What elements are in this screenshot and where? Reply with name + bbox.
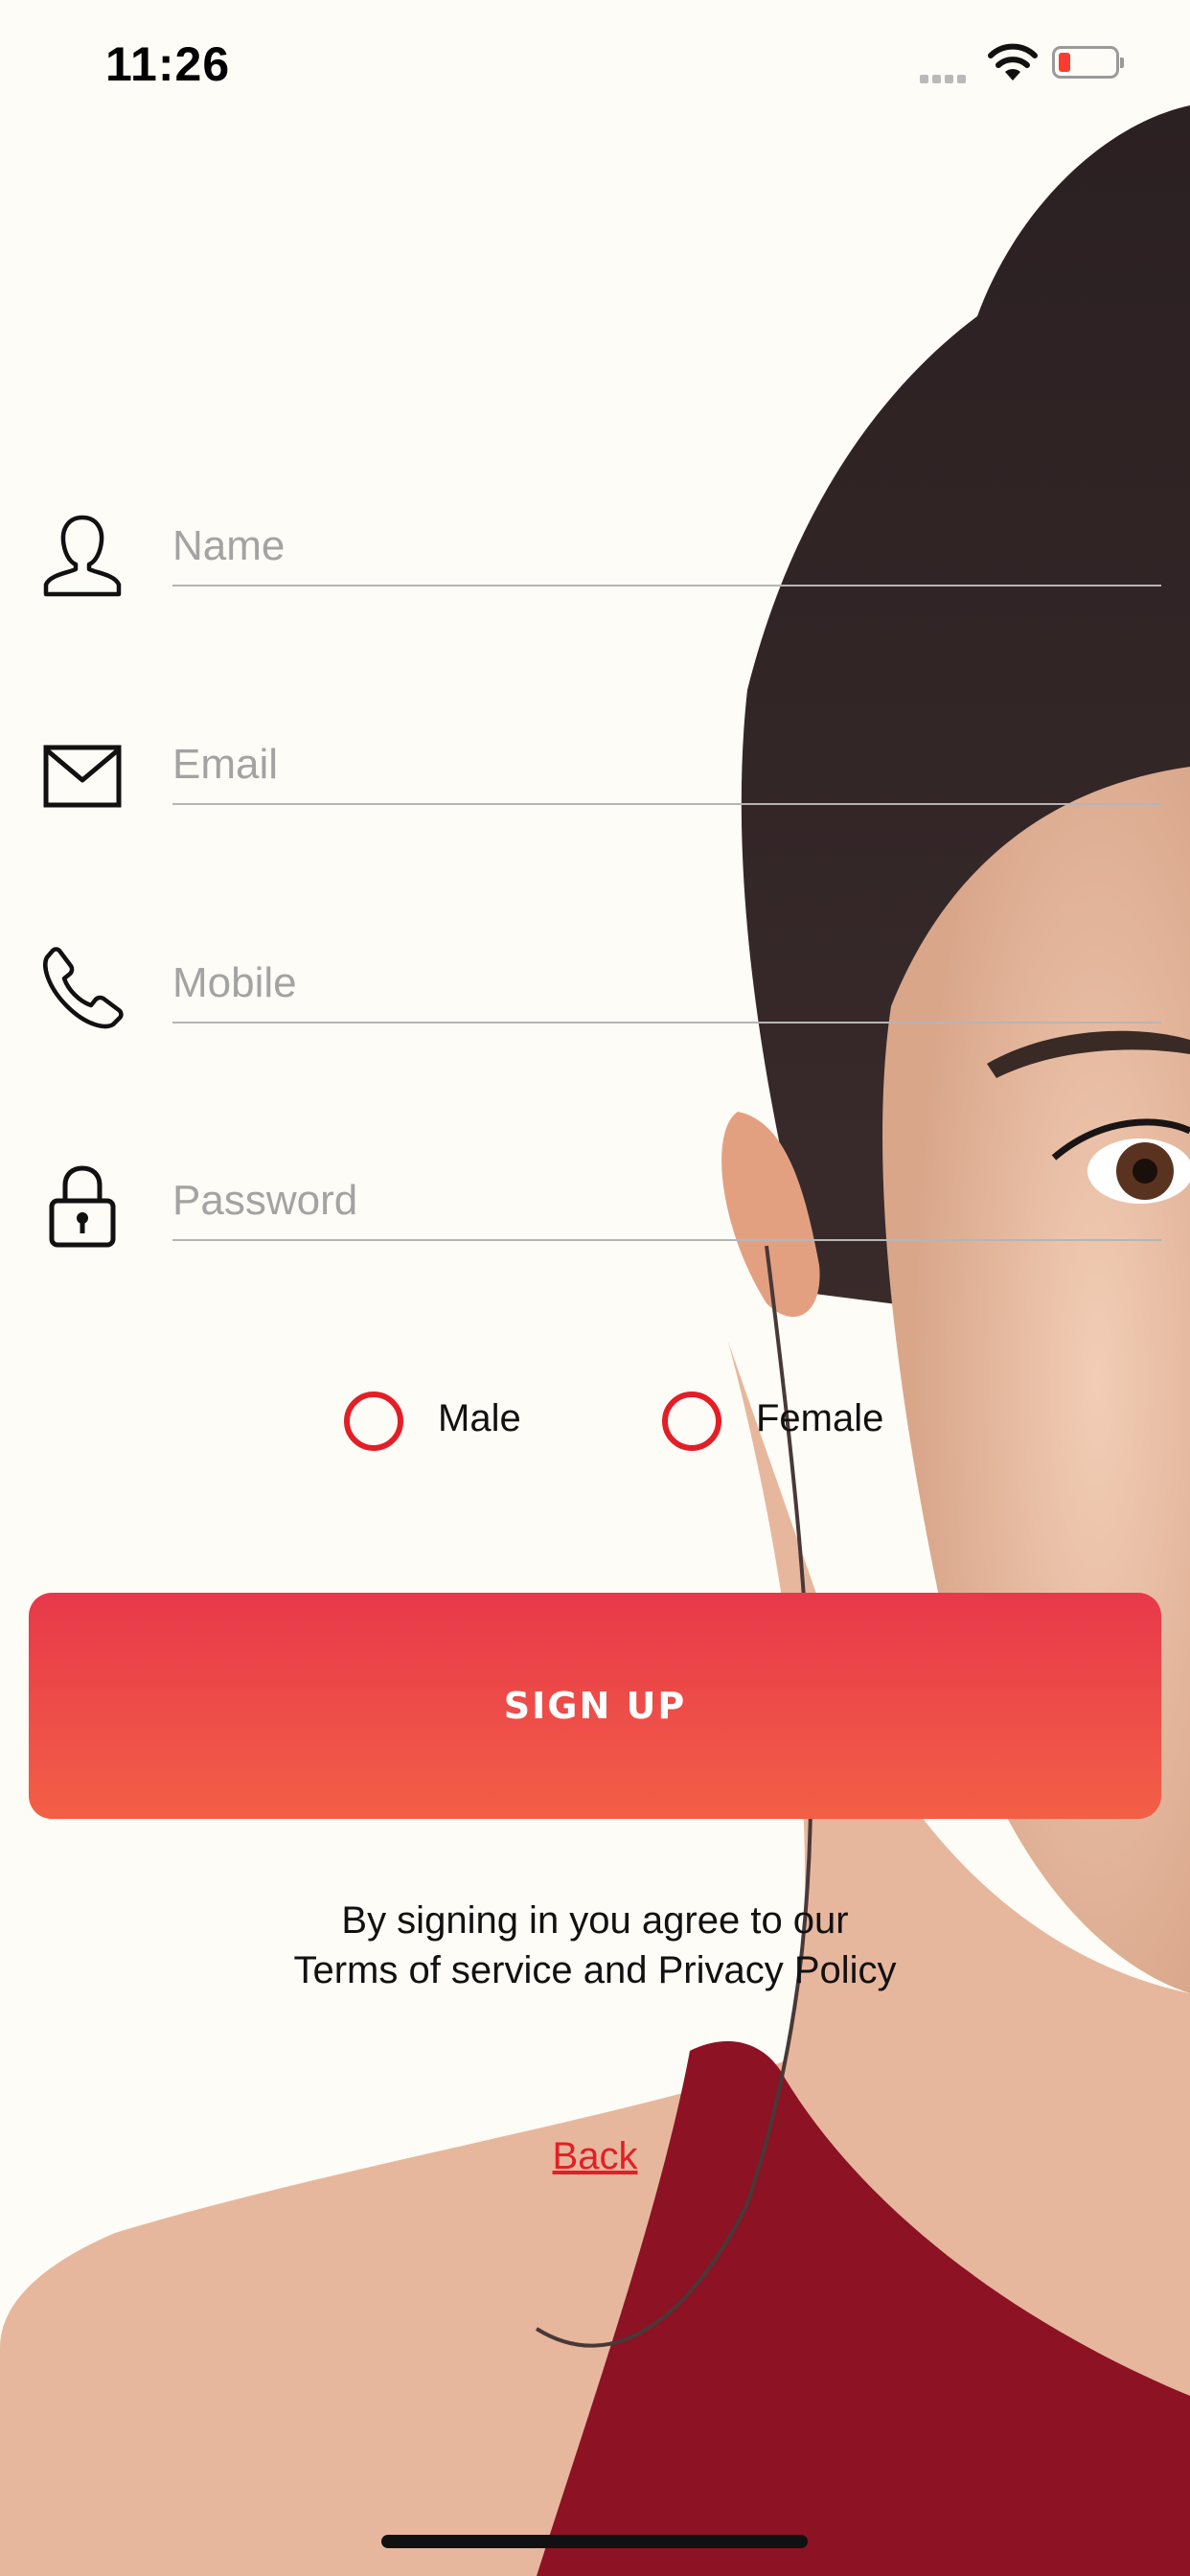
back-link-container: Back xyxy=(0,2135,1190,2178)
name-input[interactable] xyxy=(172,508,1161,586)
envelope-icon xyxy=(43,745,122,808)
email-row xyxy=(0,717,1190,861)
female-label: Female xyxy=(756,1397,884,1439)
email-input[interactable] xyxy=(172,726,1161,805)
male-radio[interactable] xyxy=(344,1392,403,1451)
terms-text: By signing in you agree to our Terms of … xyxy=(0,1896,1190,1995)
back-link[interactable]: Back xyxy=(553,2135,638,2177)
password-input[interactable] xyxy=(172,1162,1161,1241)
status-time: 11:26 xyxy=(105,37,231,91)
person-icon xyxy=(43,515,122,597)
status-bar: 11:26 xyxy=(0,0,1190,126)
signup-button[interactable]: SIGN UP xyxy=(29,1593,1161,1819)
lock-icon xyxy=(49,1165,116,1248)
male-label: Male xyxy=(438,1397,521,1439)
cellular-signal-icon xyxy=(920,71,970,88)
password-row xyxy=(0,1153,1190,1297)
mobile-input[interactable] xyxy=(172,945,1161,1024)
mobile-row xyxy=(0,935,1190,1079)
female-radio[interactable] xyxy=(662,1392,721,1451)
name-row xyxy=(0,498,1190,642)
terms-line-2[interactable]: Terms of service and Privacy Policy xyxy=(0,1945,1190,1995)
terms-line-1: By signing in you agree to our xyxy=(341,1899,849,1942)
battery-icon xyxy=(1052,46,1124,79)
signup-form: Male Female SIGN UP By signing in you ag… xyxy=(0,0,1190,2576)
phone-icon xyxy=(43,947,124,1029)
home-indicator[interactable] xyxy=(381,2535,808,2548)
wifi-icon xyxy=(988,43,1038,80)
